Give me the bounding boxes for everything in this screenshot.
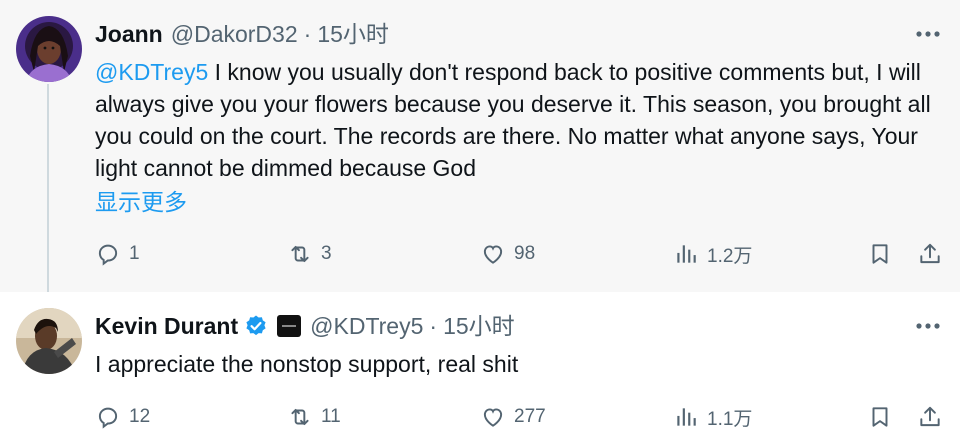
- tweet-body: I appreciate the nonstop support, real s…: [95, 351, 519, 377]
- verified-badge-icon: [244, 314, 268, 338]
- like-button[interactable]: 277: [480, 399, 546, 435]
- avatar-kevin-durant[interactable]: [16, 308, 82, 374]
- comment-icon: [98, 407, 118, 429]
- author-handle[interactable]: @KDTrey5: [310, 311, 423, 341]
- author-name[interactable]: Kevin Durant: [95, 311, 238, 341]
- retweet-count: 11: [321, 406, 341, 427]
- reply-count: 12: [129, 406, 151, 427]
- retweet-button[interactable]: 3: [287, 236, 332, 272]
- bookmark-button[interactable]: [867, 399, 893, 435]
- more-icon: [916, 323, 940, 329]
- bookmark-icon: [872, 407, 888, 427]
- separator-dot: ·: [303, 21, 312, 47]
- bookmark-button[interactable]: [867, 236, 893, 272]
- views-button[interactable]: 1.2万: [673, 236, 752, 272]
- retweet-icon: [291, 408, 309, 426]
- tweet-text: @KDTrey5 I know you usually don't respon…: [95, 56, 945, 184]
- action-bar: 1 3 98 1.2万: [95, 236, 945, 272]
- share-button[interactable]: [917, 399, 943, 435]
- share-icon: [920, 243, 940, 264]
- analytics-icon: [677, 408, 696, 426]
- show-more-link[interactable]: 显示更多: [95, 186, 187, 218]
- like-count: 277: [514, 406, 546, 427]
- more-icon: [916, 31, 940, 37]
- author-handle[interactable]: @DakorD32: [171, 19, 298, 49]
- retweet-count: 3: [321, 243, 332, 264]
- like-button[interactable]: 98: [480, 236, 535, 272]
- reply-count: 1: [129, 243, 140, 264]
- separator-dot: ·: [429, 313, 438, 339]
- share-icon: [920, 406, 940, 427]
- retweet-button[interactable]: 11: [287, 399, 341, 435]
- retweet-icon: [291, 245, 309, 263]
- like-count: 98: [514, 243, 536, 264]
- tweet-body: I know you usually don't respond back to…: [95, 59, 931, 181]
- heart-icon: [483, 245, 503, 264]
- views-button[interactable]: 1.1万: [673, 399, 752, 435]
- bookmark-icon: [872, 244, 888, 264]
- views-count: 1.1万: [707, 408, 753, 430]
- action-bar: 12 11 277 1.1万: [95, 399, 945, 435]
- more-options-button[interactable]: [914, 20, 942, 48]
- affiliate-badge-icon[interactable]: [276, 314, 302, 338]
- comment-icon: [98, 244, 118, 266]
- tweet-kevin-durant[interactable]: Kevin Durant @KDTrey5 · 15小时 I appreciat…: [0, 292, 960, 446]
- heart-icon: [483, 408, 503, 427]
- analytics-icon: [677, 245, 696, 263]
- share-button[interactable]: [917, 236, 943, 272]
- reply-button[interactable]: 12: [95, 399, 150, 435]
- timestamp[interactable]: 15小时: [443, 311, 515, 341]
- author-name[interactable]: Joann: [95, 19, 163, 49]
- avatar-joann[interactable]: [16, 16, 82, 82]
- views-count: 1.2万: [707, 245, 753, 267]
- more-options-button[interactable]: [914, 312, 942, 340]
- mention-link[interactable]: @KDTrey5: [95, 59, 208, 85]
- thread-connector-line: [47, 84, 49, 300]
- tweet-joann[interactable]: Joann @DakorD32 · 15小时 @KDTrey5 I know y…: [0, 0, 960, 292]
- timestamp[interactable]: 15小时: [317, 19, 389, 49]
- reply-button[interactable]: 1: [95, 236, 140, 272]
